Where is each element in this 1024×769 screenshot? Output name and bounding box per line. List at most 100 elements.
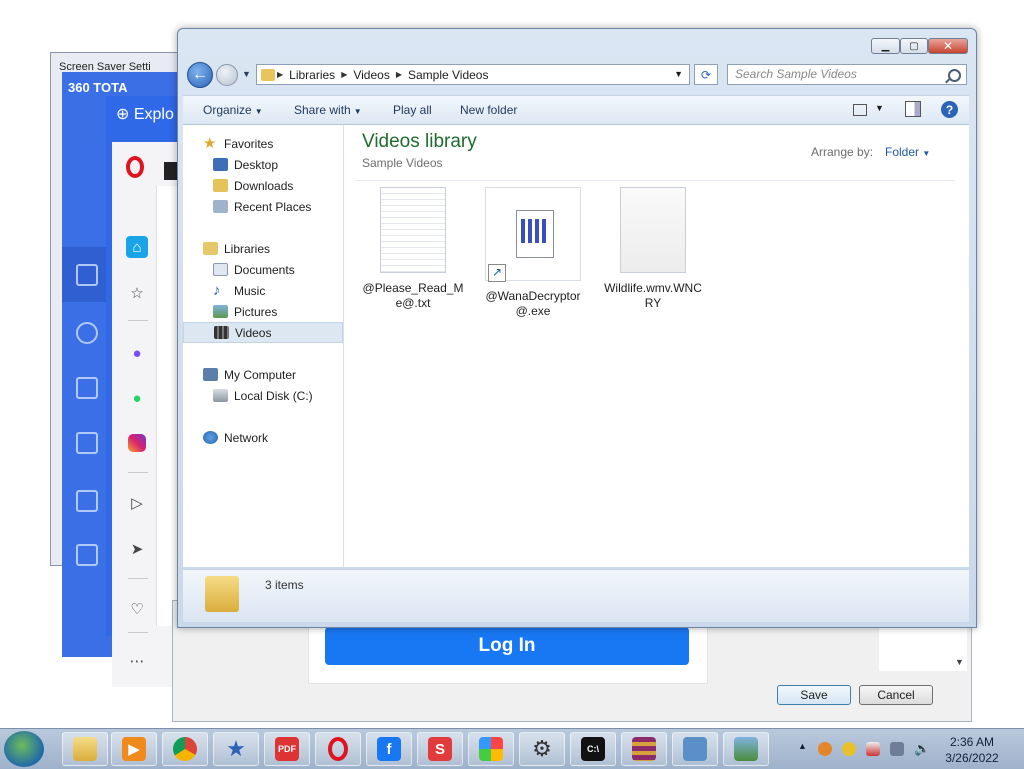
taskbar-pdf[interactable]: PDF xyxy=(264,732,310,766)
file-item-wildlife[interactable]: Wildlife.wmv.WNCRY xyxy=(600,187,706,311)
start-button[interactable] xyxy=(4,731,44,767)
more-icon[interactable]: ⋯ xyxy=(126,650,148,672)
toolbox-icon[interactable] xyxy=(76,432,98,454)
change-view-icon[interactable] xyxy=(853,104,867,116)
home-icon[interactable]: ⌂ xyxy=(126,236,148,258)
nav-my-computer[interactable]: My Computer xyxy=(183,364,363,385)
360-total-title: 360 TOTA xyxy=(68,80,128,95)
taskbar-gear-app[interactable]: ⚙ xyxy=(519,732,565,766)
chevron-right-icon[interactable]: ▶ xyxy=(341,70,347,79)
arrange-by-value: Folder xyxy=(885,145,920,159)
item-count: 3 items xyxy=(265,578,304,592)
forward-button[interactable] xyxy=(216,64,238,86)
refresh-button[interactable]: ⟳ xyxy=(694,64,718,85)
exe-window-icon xyxy=(516,210,554,258)
bell-icon[interactable] xyxy=(76,377,98,399)
taskbar-opera[interactable] xyxy=(315,732,361,766)
file-list-area[interactable]: Videos library Sample Videos Arrange by:… xyxy=(344,125,969,567)
share-with-button[interactable]: Share with ▼ xyxy=(294,103,362,117)
scroll-down-icon[interactable]: ▼ xyxy=(955,657,964,667)
volume-icon[interactable]: 🔊 xyxy=(914,742,930,756)
heart-icon[interactable]: ♡ xyxy=(126,598,148,620)
file-item-wanadecryptor[interactable]: ↗ @WanaDecryptor@.exe xyxy=(480,187,586,319)
network-icon xyxy=(203,431,218,444)
exe-grid-graphic xyxy=(521,219,549,243)
user-icon[interactable] xyxy=(76,544,98,566)
recent-pages-dropdown[interactable]: ▼ xyxy=(242,69,251,79)
nav-libraries[interactable]: Libraries xyxy=(183,238,363,259)
share-with-label: Share with xyxy=(294,103,351,117)
search-input[interactable]: Search Sample Videos xyxy=(727,64,967,85)
nav-favorites[interactable]: ★ Favorites xyxy=(183,133,363,154)
videos-icon xyxy=(214,326,229,339)
header-divider xyxy=(354,180,954,181)
close-button[interactable]: ✕ xyxy=(928,38,968,54)
show-hidden-icons[interactable]: ▲ xyxy=(798,741,807,751)
breadcrumb-sample-videos[interactable]: Sample Videos xyxy=(408,68,489,82)
player-icon[interactable]: ▷ xyxy=(126,492,148,514)
view-options-dropdown[interactable]: ▼ xyxy=(875,103,884,113)
tray-app-icon[interactable] xyxy=(818,742,832,756)
cancel-button[interactable]: Cancel xyxy=(859,685,933,705)
taskbar-chrome[interactable] xyxy=(162,732,208,766)
file-name: @WanaDecryptor@.exe xyxy=(485,289,581,318)
address-bar[interactable]: ▶ Libraries ▶ Videos ▶ Sample Videos ▼ xyxy=(256,64,690,85)
network-tool-icon xyxy=(683,737,707,761)
tray-shield-icon[interactable] xyxy=(842,742,856,756)
minimize-button[interactable]: ▁ xyxy=(871,38,900,54)
taskbar-explorer[interactable] xyxy=(62,732,108,766)
pdf-icon: PDF xyxy=(275,737,299,761)
nav-libraries-label: Libraries xyxy=(224,241,271,256)
organize-button[interactable]: Organize ▼ xyxy=(203,103,263,117)
speed-icon[interactable] xyxy=(76,322,98,344)
messenger-icon[interactable]: ● xyxy=(126,342,148,364)
send-icon[interactable]: ➤ xyxy=(126,538,148,560)
back-button[interactable]: ← xyxy=(187,62,213,88)
gear-icon: ⚙ xyxy=(532,736,552,761)
organize-label: Organize xyxy=(203,103,252,117)
documents-icon xyxy=(213,263,228,276)
help-icon[interactable]: ? xyxy=(941,101,958,118)
taskbar-cmd[interactable]: C:\ xyxy=(570,732,616,766)
network-status-icon[interactable] xyxy=(890,742,904,756)
breadcrumb-videos[interactable]: Videos xyxy=(353,68,389,82)
whatsapp-icon[interactable]: ● xyxy=(126,387,148,409)
nav-videos[interactable]: Videos xyxy=(183,322,343,343)
facebook-icon: f xyxy=(377,737,401,761)
taskbar-winrar[interactable] xyxy=(621,732,667,766)
clock[interactable]: 2:36 AM 3/26/2022 xyxy=(940,734,1004,766)
taskbar-colorful-app[interactable] xyxy=(468,732,514,766)
explorer-background-title-text: Explo xyxy=(133,106,174,123)
chevron-right-icon[interactable]: ▶ xyxy=(396,70,402,79)
taskbar-media-player[interactable]: ▶ xyxy=(111,732,157,766)
save-button[interactable]: Save xyxy=(777,685,851,705)
grid-icon[interactable] xyxy=(76,490,98,512)
taskbar-network-tool[interactable] xyxy=(672,732,718,766)
action-center-icon[interactable] xyxy=(866,742,880,756)
taskbar-s-app[interactable]: S xyxy=(417,732,463,766)
monitor-icon[interactable] xyxy=(76,264,98,286)
taskbar-monitor-tool[interactable] xyxy=(723,732,769,766)
play-all-button[interactable]: Play all xyxy=(393,103,432,117)
library-subtitle: Sample Videos xyxy=(362,156,443,170)
arrange-by-dropdown[interactable]: Folder ▼ xyxy=(885,145,930,159)
file-item-please-read-me[interactable]: @Please_Read_Me@.txt xyxy=(360,187,466,311)
search-icon[interactable] xyxy=(948,67,966,82)
preview-pane-icon[interactable] xyxy=(905,101,921,117)
folder-icon xyxy=(205,576,239,612)
chevron-down-icon: ▼ xyxy=(254,107,263,116)
breadcrumb-libraries[interactable]: Libraries xyxy=(289,68,335,82)
opera-tab-icon[interactable] xyxy=(164,162,178,180)
file-name: @Please_Read_Me@.txt xyxy=(362,281,464,310)
taskbar-facebook[interactable]: f xyxy=(366,732,412,766)
instagram-icon[interactable] xyxy=(126,432,148,454)
new-folder-button[interactable]: New folder xyxy=(460,103,517,117)
star-icon[interactable]: ☆ xyxy=(126,282,148,304)
taskbar-star-app[interactable]: ★ xyxy=(213,732,259,766)
opera-logo-icon[interactable] xyxy=(126,156,144,178)
address-dropdown-icon[interactable]: ▼ xyxy=(674,69,683,79)
login-button[interactable]: Log In xyxy=(325,627,689,665)
maximize-button[interactable]: ▢ xyxy=(900,38,928,54)
chevron-right-icon[interactable]: ▶ xyxy=(277,70,283,79)
nav-network[interactable]: Network xyxy=(183,427,363,448)
